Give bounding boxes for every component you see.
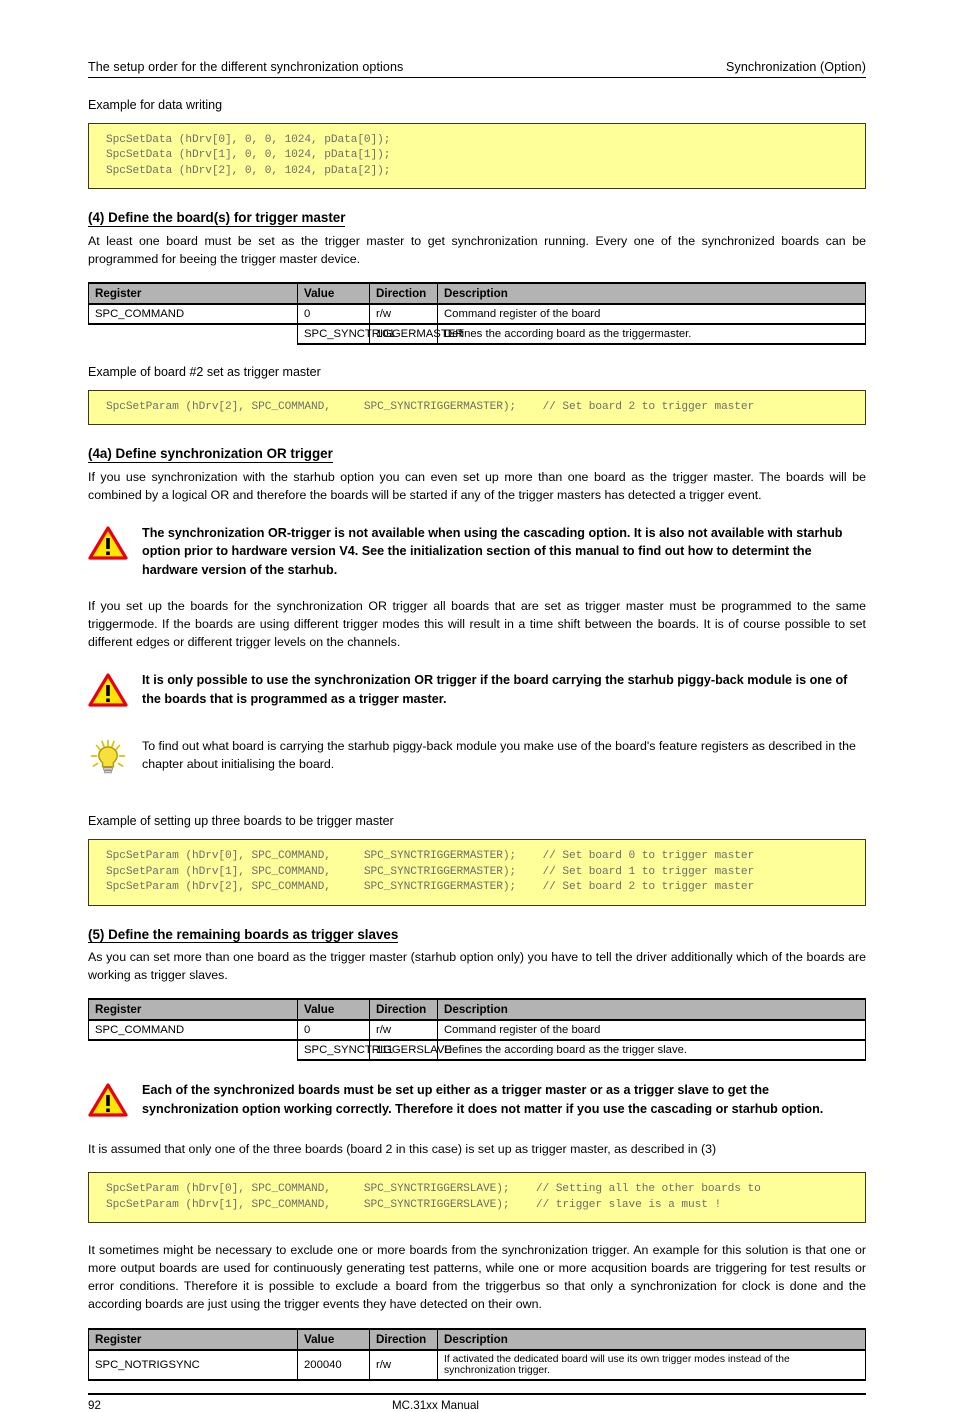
caption-board2-master: Example of board #2 set as trigger maste… (88, 364, 321, 379)
warning-note-or-trigger-unavailable: The synchronization OR-trigger is not av… (88, 524, 866, 579)
column-header-direction: Direction (369, 281, 438, 305)
heading-define-sync-or-trigger: (4a) Define synchronization OR trigger (88, 446, 333, 463)
lightbulb-icon-svg (90, 739, 126, 774)
warning-note-text: The synchronization OR-trigger is not av… (142, 525, 843, 577)
footer-manual-title: MC.31xx Manual (392, 1398, 479, 1412)
code-block-data-writing: SpcSetData (hDrv[0], 0, 0, 1024, pData[0… (88, 122, 866, 190)
tip-note-text: To find out what board is carrying the s… (142, 739, 856, 771)
section-5-heading-wrap: (5) Define the remaining boards as trigg… (88, 906, 866, 948)
table-row: SPC_NOTRIGSYNC 200040 r/w If activated t… (88, 1349, 866, 1381)
header-divider (88, 77, 866, 78)
column-header-direction: Direction (369, 998, 438, 1022)
cell-direction: r/w (369, 1020, 438, 1042)
running-header-right: Synchronization (Option) (726, 60, 866, 74)
cell-direction: r/w (369, 303, 438, 325)
paragraph-assumed-board2: It is assumed that only one of the three… (88, 1142, 717, 1157)
paragraph-sync-or-trigger: If you use synchronization with the star… (88, 469, 866, 502)
cell-register: SPC_COMMAND (88, 1020, 298, 1042)
cell-value: 0 (297, 1020, 370, 1042)
cell-description: Command register of the board (437, 1020, 866, 1042)
column-header-description: Description (437, 281, 866, 305)
warning-triangle-icon-svg (88, 673, 128, 707)
caption-data-writing: Example for data writing (88, 98, 223, 112)
register-table-notrigsync: Register Value Direction Description SPC… (88, 1327, 866, 1381)
warning-note-text: Each of the synchronized boards must be … (142, 1083, 824, 1116)
column-header-description: Description (437, 998, 866, 1022)
cell-value: 200040 (297, 1349, 370, 1381)
table-header-row: Register Value Direction Description (88, 998, 866, 1022)
cell-description: Command register of the board (437, 303, 866, 325)
table-row: SPC_COMMAND 0 r/w Command register of th… (88, 303, 866, 325)
warning-note-text: It is only possible to use the synchroni… (142, 673, 848, 706)
table-header-row: Register Value Direction Description (88, 1327, 866, 1351)
column-header-register: Register (88, 1327, 298, 1351)
column-header-register: Register (88, 281, 298, 305)
running-header: The setup order for the different synchr… (88, 0, 866, 77)
table-header-row: Register Value Direction Description (88, 281, 866, 305)
section-4-heading-wrap: (4) Define the board(s) for trigger mast… (88, 189, 866, 231)
warning-triangle-icon-svg (88, 526, 128, 560)
cell-register: SPC_COMMAND (88, 303, 298, 325)
register-table-trigger-slave: Register Value Direction Description SPC… (88, 998, 866, 1062)
column-header-value: Value (297, 1327, 370, 1351)
column-header-value: Value (297, 281, 370, 305)
paragraph-define-trigger-master: At least one board must be set as the tr… (88, 233, 866, 266)
page-footer: 92 MC.31xx Manual (88, 1395, 866, 1412)
running-header-left: The setup order for the different synchr… (88, 60, 404, 74)
cell-register: SPC_NOTRIGSYNC (88, 1349, 298, 1381)
paragraph-exclude-boards: It sometimes might be necessary to exclu… (88, 1243, 866, 1312)
footer-page-number: 92 (88, 1398, 101, 1412)
table-row: SPC_SYNCTRIGGERSLAVE 111 Defines the acc… (89, 1040, 866, 1062)
heading-define-trigger-master: (4) Define the board(s) for trigger mast… (88, 210, 346, 227)
tip-note-feature-registers: To find out what board is carrying the s… (88, 738, 866, 783)
register-table-trigger-master: Register Value Direction Description SPC… (88, 281, 866, 345)
table-row: SPC_SYNCTRIGGERMASTER 101 Defines the ac… (89, 323, 866, 345)
column-header-register: Register (88, 998, 298, 1022)
cell-value: 0 (297, 303, 370, 325)
warning-note-master-or-slave: Each of the synchronized boards must be … (88, 1081, 866, 1122)
code-block-trigger-slaves: SpcSetParam (hDrv[0], SPC_COMMAND, SPC_S… (88, 1172, 866, 1224)
warning-triangle-icon (88, 524, 140, 565)
code-block-three-boards-master: SpcSetParam (hDrv[0], SPC_COMMAND, SPC_S… (88, 839, 866, 906)
section-4a-heading-wrap: (4a) Define synchronization OR trigger (88, 425, 866, 467)
warning-triangle-icon (88, 671, 140, 712)
cell-register-sub: SPC_SYNCTRIGGERSLAVE (297, 1040, 452, 1062)
cell-description-sub: Defines the according board as the trigg… (437, 1040, 866, 1062)
cell-description: If activated the dedicated board will us… (437, 1349, 866, 1381)
cell-register-sub: SPC_SYNCTRIGGERMASTER (297, 323, 463, 345)
warning-note-starhub-master: It is only possible to use the synchroni… (88, 671, 866, 712)
column-header-description: Description (437, 1327, 866, 1351)
table-row: SPC_COMMAND 0 r/w Command register of th… (88, 1020, 866, 1042)
paragraph-same-triggermode: If you set up the boards for the synchro… (88, 598, 866, 650)
column-header-value: Value (297, 998, 370, 1022)
paragraph-define-trigger-slaves: As you can set more than one board as th… (88, 949, 866, 983)
heading-define-trigger-slaves: (5) Define the remaining boards as trigg… (88, 926, 399, 943)
document-page: The setup order for the different synchr… (88, 0, 866, 1412)
code-block-board2-master: SpcSetParam (hDrv[2], SPC_COMMAND, SPC_S… (88, 389, 866, 426)
warning-triangle-icon (88, 1081, 140, 1122)
lightbulb-icon (88, 738, 140, 783)
cell-direction: r/w (369, 1349, 438, 1381)
caption-three-boards-master: Example of setting up three boards to be… (88, 814, 394, 829)
cell-description-sub: Defines the according board as the trigg… (437, 323, 866, 345)
column-header-direction: Direction (369, 1327, 438, 1351)
warning-triangle-icon-svg (88, 1083, 128, 1117)
cell-indent-spacer (89, 324, 298, 344)
cell-indent-spacer (89, 1040, 298, 1060)
